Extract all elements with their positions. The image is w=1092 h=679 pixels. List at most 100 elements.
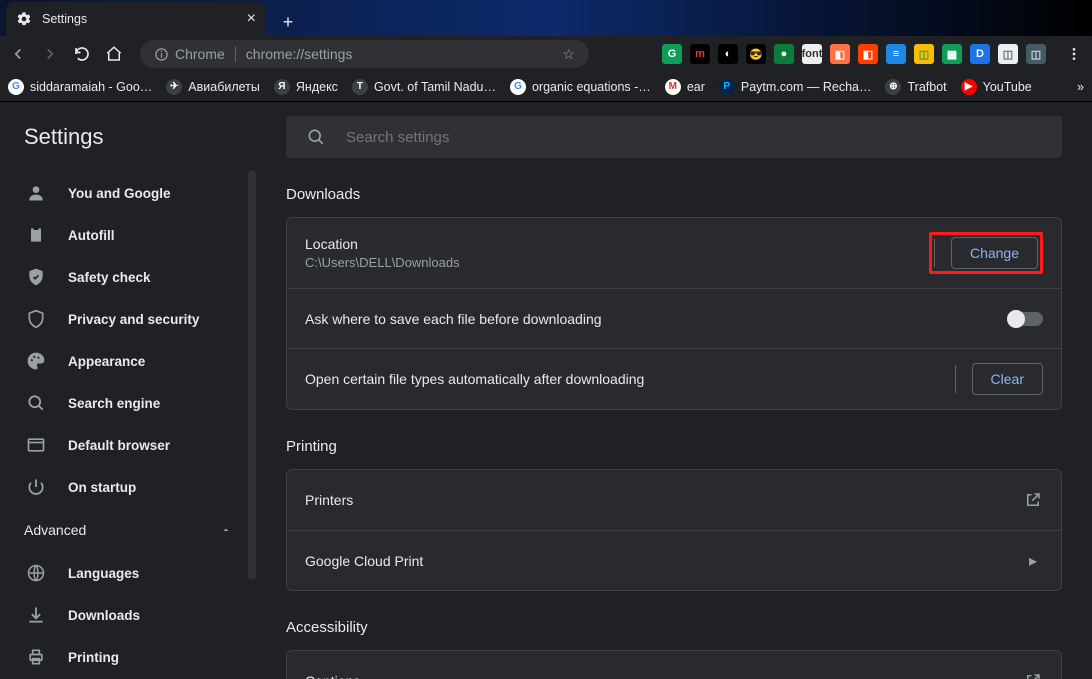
extension-icon[interactable]: font	[802, 44, 822, 64]
extension-icon[interactable]: ◧	[858, 44, 878, 64]
favicon: Я	[274, 79, 290, 95]
browser-icon	[26, 435, 46, 455]
sidebar-item-label: Privacy and security	[68, 312, 199, 327]
site-info-icon[interactable]: Chrome	[154, 46, 225, 62]
bookmarks-bar: Gsiddaramaiah - Goo… ✈Авиабилеты ЯЯндекс TG…	[0, 72, 1092, 102]
bookmark-item[interactable]: ЯЯндекс	[274, 79, 338, 95]
captions-label: Captions	[305, 673, 1023, 679]
extension-icon[interactable]: ≡	[886, 44, 906, 64]
favicon: ⊕	[885, 79, 901, 95]
address-bar[interactable]: Chrome chrome://settings ☆	[140, 40, 589, 68]
sidebar-item-downloads[interactable]: Downloads	[0, 594, 256, 636]
extension-icon[interactable]: 😎	[746, 44, 766, 64]
extension-icon[interactable]: ◫	[914, 44, 934, 64]
sidebar-item-languages[interactable]: Languages	[0, 552, 256, 594]
clear-button[interactable]: Clear	[972, 363, 1043, 395]
security-label: Chrome	[175, 46, 225, 62]
chevron-up-icon	[220, 524, 232, 536]
sidebar-item-appearance[interactable]: Appearance	[0, 340, 256, 382]
page-title: Settings	[0, 114, 256, 172]
bookmark-label: Paytm.com — Recha…	[741, 80, 872, 94]
section-title-downloads: Downloads	[286, 186, 1062, 203]
ask-toggle[interactable]	[1009, 312, 1043, 326]
bookmark-item[interactable]: Gorganic equations -…	[510, 79, 651, 95]
bookmark-label: YouTube	[983, 80, 1032, 94]
bookmark-item[interactable]: ⊕ Trafbot	[885, 79, 946, 95]
sidebar-item-label: You and Google	[68, 186, 171, 201]
settings-sidebar: Settings You and Google AutofillSafety ch…	[0, 102, 256, 679]
forward-button[interactable]	[40, 44, 60, 64]
extension-icon[interactable]: ▦	[942, 44, 962, 64]
shield-icon	[26, 309, 46, 329]
bookmark-item[interactable]: Gsiddaramaiah - Goo…	[8, 79, 152, 95]
bookmark-star-icon[interactable]: ☆	[562, 46, 575, 63]
extension-icon[interactable]: ◐	[718, 44, 738, 64]
section-title-printing: Printing	[286, 438, 1062, 455]
bookmark-label: siddaramaiah - Goo…	[30, 80, 152, 94]
search-icon	[306, 127, 326, 147]
menu-button[interactable]	[1064, 44, 1084, 64]
sidebar-item-printing[interactable]: Printing	[0, 636, 256, 678]
captions-row[interactable]: Captions	[287, 651, 1061, 679]
sidebar-item-safety-check[interactable]: Safety check	[0, 256, 256, 298]
back-button[interactable]	[8, 44, 28, 64]
bookmark-label: Trafbot	[907, 80, 946, 94]
close-icon[interactable]: ×	[247, 10, 256, 28]
tab-title: Settings	[42, 12, 87, 26]
search-input[interactable]	[346, 129, 1042, 146]
bookmarks-overflow-button[interactable]: »	[1077, 80, 1084, 94]
bookmark-item[interactable]: ✈Авиабилеты	[166, 79, 260, 95]
printer-icon	[26, 647, 46, 667]
sidebar-item-autofill[interactable]: Autofill	[0, 214, 256, 256]
google-cloud-print-row[interactable]: Google Cloud Print ▸	[287, 530, 1061, 590]
auto-open-label: Open certain file types automatically af…	[305, 371, 955, 387]
bookmark-item[interactable]: PPaytm.com — Recha…	[719, 79, 872, 95]
divider	[934, 239, 935, 267]
bookmark-label: organic equations -…	[532, 80, 651, 94]
gear-icon	[16, 11, 32, 27]
auto-open-row: Open certain file types automatically af…	[287, 348, 1061, 409]
bookmark-label: Авиабилеты	[188, 80, 260, 94]
ask-before-download-row: Ask where to save each file before downl…	[287, 288, 1061, 348]
extension-icon[interactable]: ◫	[1026, 44, 1046, 64]
settings-content: Settings You and Google AutofillSafety ch…	[0, 102, 1092, 679]
reload-button[interactable]	[72, 44, 92, 64]
printing-card: Printers Google Cloud Print ▸	[286, 469, 1062, 591]
sidebar-item-default-browser[interactable]: Default browser	[0, 424, 256, 466]
sidebar-item-you-and-google[interactable]: You and Google	[0, 172, 256, 214]
new-tab-button[interactable]: +	[274, 8, 302, 36]
settings-search-bar[interactable]	[286, 116, 1062, 158]
extension-icon[interactable]: D	[970, 44, 990, 64]
printers-label: Printers	[305, 492, 1023, 508]
extension-icon[interactable]: m	[690, 44, 710, 64]
shieldcheck-icon	[26, 267, 46, 287]
sidebar-item-label: Downloads	[68, 608, 140, 623]
bookmark-item[interactable]: ▶YouTube	[961, 79, 1032, 95]
browser-tab-settings[interactable]: Settings ×	[6, 2, 266, 36]
bookmark-item[interactable]: Mear	[665, 79, 705, 95]
palette-icon	[26, 351, 46, 371]
favicon: G	[8, 79, 24, 95]
change-button[interactable]: Change	[951, 237, 1038, 269]
scrollbar-thumb[interactable]	[248, 170, 256, 580]
sidebar-section-advanced[interactable]: Advanced	[0, 508, 256, 552]
sidebar-item-privacy-and-security[interactable]: Privacy and security	[0, 298, 256, 340]
power-icon	[26, 477, 46, 497]
printers-row[interactable]: Printers	[287, 470, 1061, 530]
location-label: Location	[305, 236, 929, 252]
sidebar-item-label: Search engine	[68, 396, 160, 411]
extension-icon[interactable]: ●	[774, 44, 794, 64]
extension-icon[interactable]: ◫	[998, 44, 1018, 64]
sidebar-item-label: Printing	[68, 650, 119, 665]
person-icon	[26, 183, 46, 203]
magnify-icon	[26, 393, 46, 413]
sidebar-section-label: Advanced	[24, 522, 86, 538]
sidebar-item-on-startup[interactable]: On startup	[0, 466, 256, 508]
extension-icon[interactable]: ◧	[830, 44, 850, 64]
home-button[interactable]	[104, 44, 124, 64]
bookmark-item[interactable]: TGovt. of Tamil Nadu…	[352, 79, 496, 95]
extension-icon[interactable]: G	[662, 44, 682, 64]
clipboard-icon	[26, 225, 46, 245]
sidebar-item-search-engine[interactable]: Search engine	[0, 382, 256, 424]
bookmark-label: Govt. of Tamil Nadu…	[374, 80, 496, 94]
